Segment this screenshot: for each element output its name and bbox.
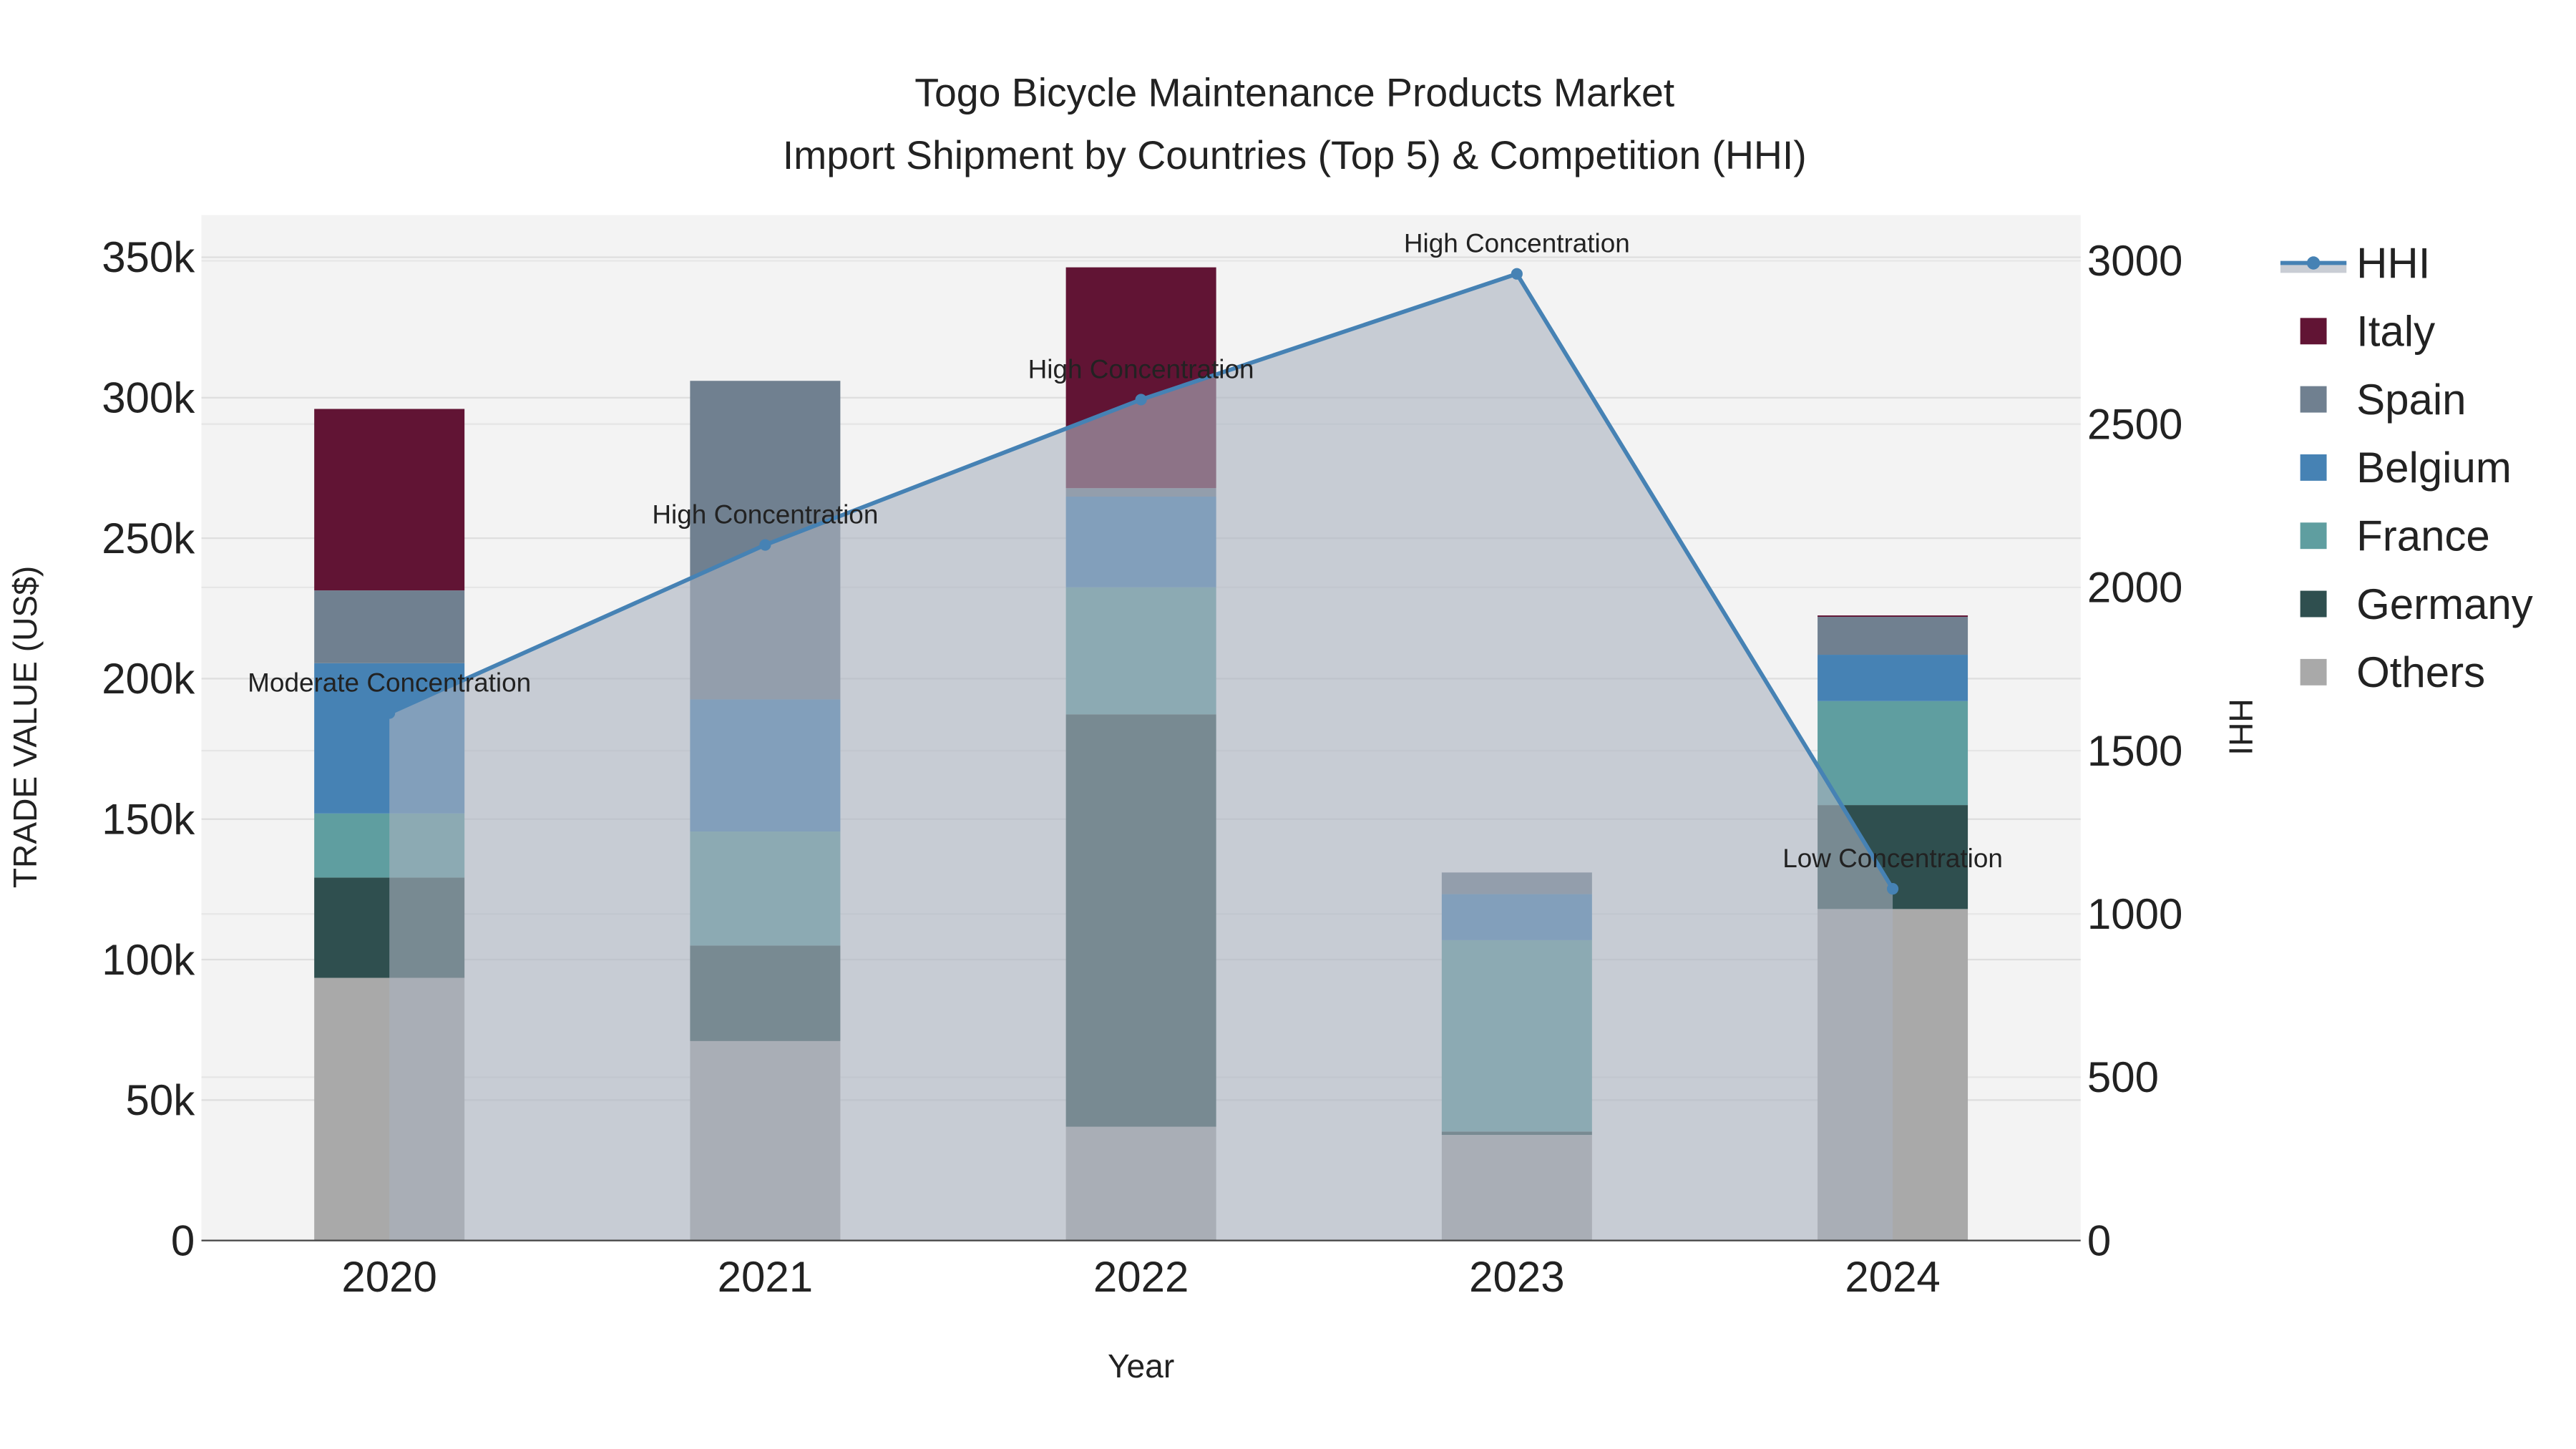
bar-spain-2024: [1818, 617, 1968, 655]
x-tick-label: 2020: [341, 1253, 436, 1301]
legend-label-others[interactable]: Others: [2356, 648, 2485, 696]
hhi-point: [1887, 883, 1899, 895]
hhi-point: [1135, 394, 1147, 406]
y-tick-label: 300k: [102, 374, 195, 422]
legend-swatch-germany: [2300, 590, 2327, 618]
legend-label-belgium[interactable]: Belgium: [2356, 444, 2512, 492]
hhi-annotation: High Concentration: [1028, 354, 1254, 384]
y-tick-label: 350k: [102, 233, 195, 281]
bar-italy-2020: [314, 409, 465, 591]
y2-tick-label: 1500: [2087, 727, 2182, 775]
legend-label-france[interactable]: France: [2356, 512, 2490, 560]
bar-belgium-2024: [1818, 655, 1968, 701]
legend-swatch-spain: [2300, 386, 2327, 413]
legend-swatch-france: [2300, 522, 2327, 550]
hhi-annotation: High Concentration: [652, 500, 878, 530]
y-tick-label: 50k: [126, 1076, 196, 1124]
x-tick-label: 2022: [1093, 1253, 1189, 1301]
x-tick-label: 2024: [1845, 1253, 1940, 1301]
y-tick-label: 150k: [102, 795, 195, 843]
y-tick-label: 250k: [102, 514, 195, 562]
y-axis-label: TRADE VALUE (US$): [6, 566, 44, 888]
y2-tick-label: 500: [2087, 1053, 2159, 1101]
x-tick-label: 2023: [1469, 1253, 1564, 1301]
bar-italy-2024: [1818, 615, 1968, 618]
bar-spain-2020: [314, 590, 465, 663]
legend-swatch-belgium: [2300, 454, 2327, 481]
x-axis-ticks: 2020 2021 2022 2023 2024: [341, 1253, 1940, 1301]
y-tick-label: 100k: [102, 936, 195, 984]
legend-swatch-others: [2300, 658, 2327, 686]
hhi-annotation: High Concentration: [1404, 229, 1630, 258]
hhi-point: [1511, 268, 1523, 280]
chart-title: Togo Bicycle Maintenance Products Market: [914, 70, 1674, 114]
y-tick-label: 200k: [102, 655, 195, 703]
hhi-point: [759, 539, 771, 551]
legend-label-germany[interactable]: Germany: [2356, 580, 2533, 628]
legend-hhi-marker-icon: [2306, 256, 2321, 270]
hhi-annotation: Low Concentration: [1782, 844, 2003, 873]
y2-axis-label: HHI: [2222, 698, 2259, 755]
hhi-point: [384, 707, 396, 719]
y2-tick-label: 0: [2087, 1216, 2111, 1264]
y2-tick-label: 3000: [2087, 237, 2182, 285]
x-tick-label: 2021: [718, 1253, 813, 1301]
bar-france-2024: [1818, 701, 1968, 806]
chart-subtitle: Import Shipment by Countries (Top 5) & C…: [783, 133, 1807, 177]
legend: HHI Italy Spain Belgium France Germany Others: [2280, 239, 2533, 696]
y2-tick-label: 2000: [2087, 564, 2182, 612]
chart: Moderate Concentration High Concentration…: [6, 70, 2533, 1385]
y-tick-label: 0: [171, 1216, 195, 1264]
hhi-annotation: Moderate Concentration: [248, 668, 531, 698]
y2-tick-label: 2500: [2087, 400, 2182, 448]
y2-tick-label: 1000: [2087, 890, 2182, 938]
x-axis-label: Year: [1108, 1347, 1174, 1385]
legend-label-italy[interactable]: Italy: [2356, 308, 2435, 356]
y2-axis-ticks: 0 500 1000 1500 2000 2500 3000: [2087, 237, 2182, 1264]
legend-swatch-italy: [2300, 318, 2327, 345]
legend-label-spain[interactable]: Spain: [2356, 376, 2466, 424]
legend-label-hhi[interactable]: HHI: [2356, 239, 2430, 287]
y-axis-ticks: 0 50k 100k 150k 200k 250k 300k 350k: [102, 233, 195, 1264]
